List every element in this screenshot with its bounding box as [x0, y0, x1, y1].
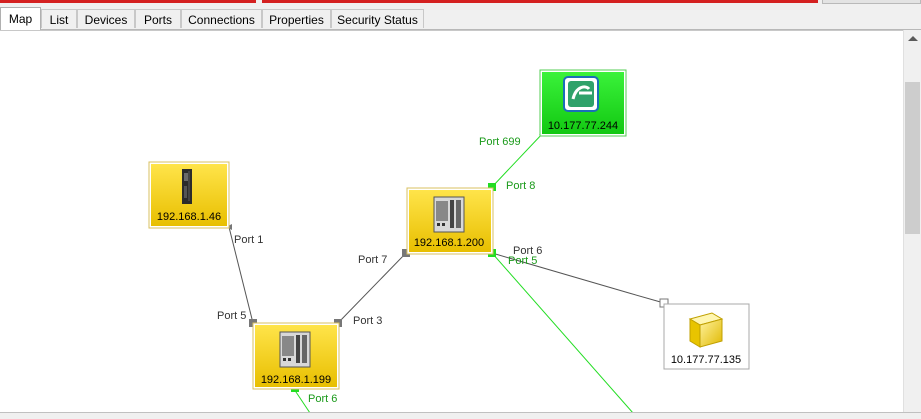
port-label: Port 5	[217, 310, 246, 322]
tab-ports[interactable]: Ports	[135, 9, 181, 28]
tab-bar: Map List Devices Ports Connections Prope…	[0, 7, 921, 30]
scrollbar-thumb[interactable]	[905, 82, 920, 234]
device-node-192-168-1-199[interactable]: 192.168.1.199	[252, 322, 340, 390]
tab-security-status[interactable]: Security Status	[331, 9, 424, 28]
tab-map[interactable]: Map	[0, 7, 41, 30]
tab-list[interactable]: List	[41, 9, 77, 28]
industrial-switch-icon	[279, 331, 311, 368]
port-label: Port 3	[353, 315, 382, 327]
tab-properties[interactable]: Properties	[262, 9, 331, 28]
device-node-10-177-77-244[interactable]: 10.177.77.244	[539, 69, 627, 137]
scroll-up-icon[interactable]	[908, 36, 918, 41]
node-ip-label: 10.177.77.244	[548, 120, 618, 132]
status-bar-segment	[0, 0, 256, 3]
industrial-switch-icon	[433, 196, 465, 233]
gateway-logo-icon	[563, 76, 599, 112]
top-strip	[0, 0, 921, 5]
device-node-192-168-1-200[interactable]: 192.168.1.200	[406, 187, 494, 255]
network-map-canvas[interactable]: Port 1 Port 5 Port 3 Port 6 Port 7 Port …	[0, 30, 903, 413]
port-label: Port 6	[308, 393, 337, 405]
device-node-192-168-1-46[interactable]: 192.168.1.46	[148, 161, 230, 229]
vertical-scrollbar[interactable]	[903, 30, 921, 412]
link-sw200-port5[interactable]	[491, 252, 634, 413]
port-label: Port 7	[358, 254, 387, 266]
tab-devices[interactable]: Devices	[77, 9, 135, 28]
device-node-10-177-77-135[interactable]: 10.177.77.135	[663, 303, 750, 370]
plc-controller-icon	[182, 169, 192, 204]
port-label: Port 1	[234, 234, 263, 246]
node-ip-label: 192.168.1.199	[261, 374, 331, 386]
node-ip-label: 192.168.1.200	[414, 237, 484, 249]
node-ip-label: 192.168.1.46	[157, 211, 221, 223]
top-button[interactable]	[822, 0, 921, 4]
tab-connections[interactable]: Connections	[181, 9, 262, 28]
port-label: Port 5	[508, 255, 537, 267]
status-bar-segment	[262, 0, 818, 3]
node-ip-label: 10.177.77.135	[671, 354, 741, 366]
unknown-device-cube-icon	[688, 312, 724, 348]
port-label: Port 8	[506, 180, 535, 192]
port-label: Port 699	[479, 136, 521, 148]
horizontal-scrollbar[interactable]	[0, 412, 921, 419]
